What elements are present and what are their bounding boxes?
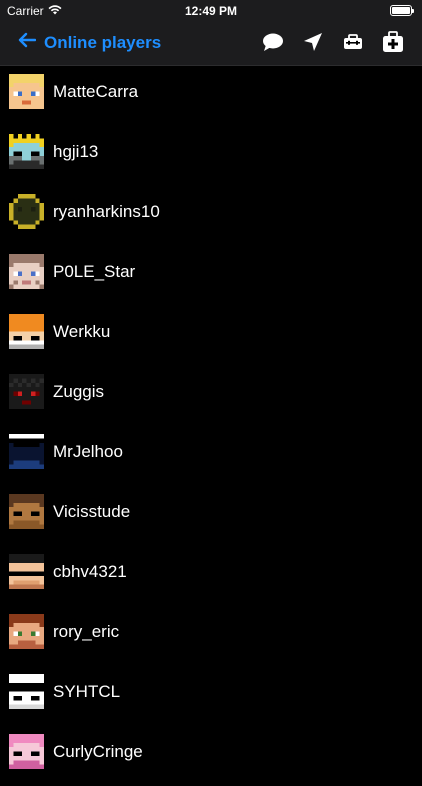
player-avatar: [9, 734, 44, 769]
player-row[interactable]: cbhv4321: [0, 546, 422, 606]
player-name: P0LE_Star: [53, 262, 136, 281]
player-avatar: [9, 554, 44, 589]
player-row[interactable]: Vicisstude: [0, 486, 422, 546]
player-name: CurlyCringe: [53, 742, 143, 761]
player-avatar: [9, 194, 44, 229]
player-row[interactable]: ryanharkins10: [0, 186, 422, 246]
player-row[interactable]: Werkku: [0, 306, 422, 366]
player-list: MatteCarra hgji13 ryanharkins10 P0LE_Star We…: [0, 66, 422, 786]
player-avatar: [9, 494, 44, 529]
location-arrow-icon: [303, 32, 323, 57]
player-row[interactable]: CurlyCringe: [0, 726, 422, 786]
player-avatar: [9, 374, 44, 409]
medkit-button[interactable]: [382, 30, 404, 58]
toolbox-button[interactable]: [342, 33, 364, 55]
player-avatar: [9, 254, 44, 289]
player-row[interactable]: SYHTCL: [0, 666, 422, 726]
status-bar: Carrier 12:49 PM: [0, 0, 422, 22]
battery-icon: [390, 5, 414, 16]
chat-bubble-icon: [262, 32, 284, 57]
back-button-label: Online players: [44, 32, 162, 52]
nav-actions: [262, 30, 404, 58]
player-name: MatteCarra: [53, 82, 139, 101]
player-avatar: [9, 434, 44, 469]
clock: 12:49 PM: [184, 4, 238, 18]
chat-button[interactable]: [262, 33, 284, 55]
player-name: cbhv4321: [53, 562, 127, 581]
player-avatar: [9, 74, 44, 109]
player-avatar: [9, 314, 44, 349]
player-avatar: [9, 614, 44, 649]
player-row[interactable]: Zuggis: [0, 366, 422, 426]
player-row[interactable]: MatteCarra: [0, 66, 422, 126]
back-arrow-icon: [18, 32, 37, 53]
back-button[interactable]: Online players: [18, 32, 161, 53]
player-name: MrJelhoo: [53, 442, 123, 461]
player-avatar: [9, 674, 44, 709]
player-name: SYHTCL: [53, 682, 121, 701]
player-name: Vicisstude: [53, 502, 131, 521]
player-row[interactable]: hgji13: [0, 126, 422, 186]
player-avatar: [9, 134, 44, 169]
player-name: ryanharkins10: [53, 202, 160, 221]
player-name: hgji13: [53, 142, 99, 161]
player-row[interactable]: MrJelhoo: [0, 426, 422, 486]
player-name: Werkku: [53, 322, 111, 341]
navigation-bar: Online players: [0, 22, 422, 66]
medkit-icon: [382, 30, 404, 58]
player-row[interactable]: rory_eric: [0, 606, 422, 666]
toolbox-icon: [343, 33, 363, 55]
player-name: rory_eric: [53, 622, 120, 641]
location-button[interactable]: [302, 32, 324, 57]
player-name: Zuggis: [53, 382, 105, 401]
player-row[interactable]: P0LE_Star: [0, 246, 422, 306]
